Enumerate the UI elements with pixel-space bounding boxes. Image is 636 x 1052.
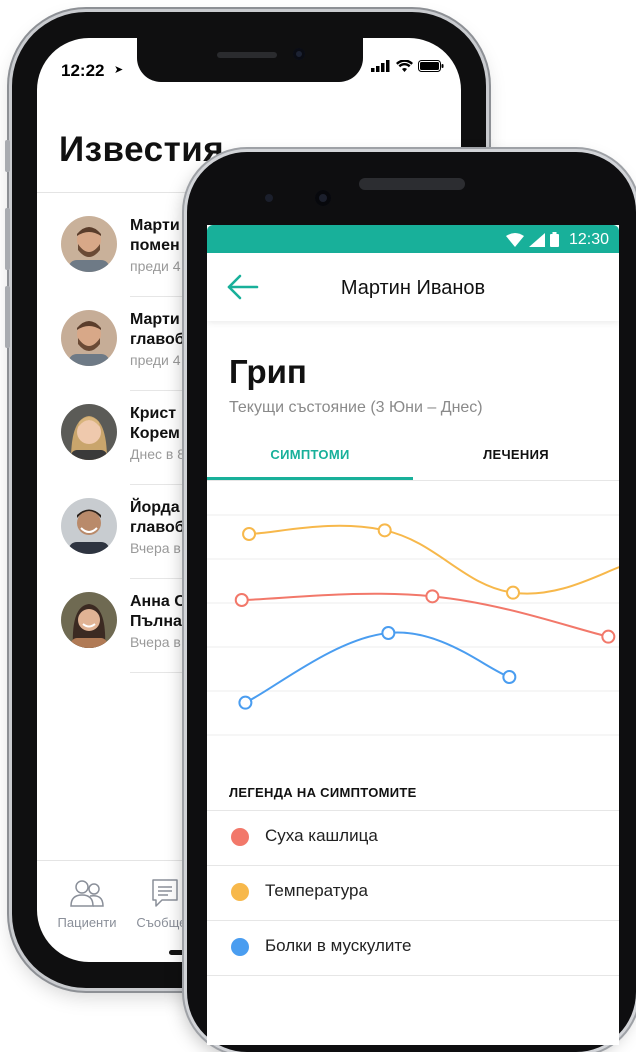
cellular-signal-icon: [371, 60, 390, 72]
divider: [207, 865, 619, 866]
legend-dot: [231, 938, 249, 956]
avatar: [61, 310, 117, 366]
volume-up-button: [5, 208, 10, 270]
page-title: Известия: [59, 130, 225, 169]
legend-label: Болки в мускулите: [265, 936, 412, 955]
android-status-icons: [506, 232, 559, 247]
diagnosis-title: Грип: [229, 353, 307, 390]
tab-patients[interactable]: Пациенти: [47, 878, 127, 930]
data-point[interactable]: [425, 589, 440, 604]
wifi-icon: [396, 60, 413, 72]
patient-name-title: Мартин Иванов: [340, 277, 486, 299]
data-point[interactable]: [242, 527, 257, 541]
divider: [207, 975, 619, 976]
app-bar: Мартин Иванов: [207, 253, 619, 321]
tab-patients-label: Пациенти: [57, 915, 117, 930]
series-line: [244, 631, 510, 704]
android-status-bar: 12:30: [207, 225, 619, 253]
divider: [207, 920, 619, 921]
battery-icon: [418, 60, 444, 72]
legend-item-temperature: Температура: [207, 865, 619, 920]
symptoms-chart: [207, 514, 619, 736]
wifi-icon: [506, 232, 524, 247]
legend-item-muscle-pain: Болки в мускулите: [207, 920, 619, 975]
battery-icon: [550, 232, 559, 247]
front-camera-icon: [315, 190, 331, 206]
avatar: [61, 498, 117, 554]
data-point[interactable]: [601, 629, 616, 644]
data-point[interactable]: [238, 695, 253, 710]
android-status-time: 12:30: [568, 231, 609, 248]
mute-switch: [5, 140, 10, 172]
ios-status-time: 12:22: [61, 61, 105, 80]
legend-label: Суха кашлица: [265, 826, 378, 845]
location-arrow-icon: ➤: [114, 64, 124, 76]
avatar: [61, 216, 117, 272]
cellular-signal-icon: [529, 232, 545, 247]
avatar: [61, 404, 117, 460]
earpiece-speaker: [217, 52, 277, 58]
divider: [207, 810, 619, 811]
android-screen: 12:30 Мартин Иванов Грип Текущи състояни…: [207, 225, 619, 1045]
front-camera-icon: [293, 48, 305, 60]
series-line: [249, 524, 619, 595]
legend-title: ЛЕГЕНДА НА СИМПТОМИТЕ: [229, 785, 417, 800]
legend-label: Температура: [265, 881, 368, 900]
data-point[interactable]: [234, 593, 249, 607]
ios-status-icons: [371, 60, 444, 72]
data-point[interactable]: [377, 523, 392, 538]
patients-icon: [70, 880, 104, 907]
android-device: 12:30 Мартин Иванов Грип Текущи състояни…: [187, 152, 636, 1052]
sensor-icon: [265, 194, 273, 202]
legend-dot: [231, 883, 249, 901]
avatar: [61, 592, 117, 648]
tab-treatments[interactable]: ЛЕЧЕНИЯ: [413, 447, 619, 462]
android-earpiece: [359, 178, 465, 190]
legend-item-dry-cough: Суха кашлица: [207, 810, 619, 865]
diagnosis-subtitle: Текущи състояние (3 Юни – Днес): [229, 399, 483, 416]
data-point[interactable]: [506, 585, 521, 600]
notch: [137, 38, 363, 82]
data-point[interactable]: [381, 626, 396, 640]
volume-down-button: [5, 286, 10, 348]
data-point[interactable]: [502, 670, 517, 684]
series-line: [241, 592, 609, 638]
messages-icon: [152, 879, 178, 907]
legend-dot: [231, 828, 249, 846]
tab-symptoms[interactable]: СИМПТОМИ: [207, 447, 413, 462]
